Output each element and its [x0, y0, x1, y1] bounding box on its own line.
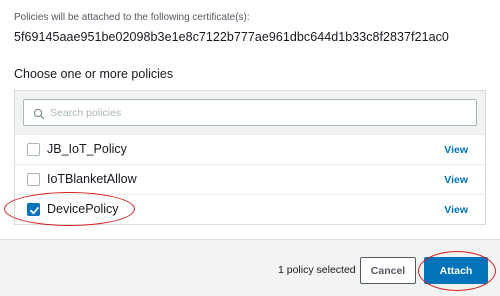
- cancel-button[interactable]: Cancel: [360, 257, 416, 284]
- attach-button[interactable]: Attach: [424, 257, 488, 284]
- view-policy-link[interactable]: View: [444, 144, 468, 156]
- policy-row[interactable]: IoTBlanketAllow View: [15, 165, 485, 195]
- policy-checkbox[interactable]: [27, 143, 40, 156]
- certificate-intro: Policies will be attached to the followi…: [14, 12, 250, 23]
- view-policy-link[interactable]: View: [444, 174, 468, 186]
- modal-footer: 1 policy selected Cancel Attach: [0, 240, 500, 296]
- policy-name: DevicePolicy: [47, 202, 119, 216]
- search-bar: [15, 91, 485, 135]
- certificate-id: 5f69145aae951be02098b3e1e8c7122b777ae961…: [14, 30, 449, 44]
- policy-checkbox[interactable]: [27, 203, 40, 216]
- search-box[interactable]: [23, 99, 477, 126]
- checkmark-icon: [30, 207, 39, 215]
- selected-count: 1 policy selected: [278, 264, 356, 276]
- policy-list-panel: JB_IoT_Policy View IoTBlanketAllow View …: [14, 90, 486, 225]
- search-input[interactable]: [50, 100, 470, 125]
- policy-row[interactable]: JB_IoT_Policy View: [15, 135, 485, 165]
- policy-checkbox[interactable]: [27, 173, 40, 186]
- policy-name: IoTBlanketAllow: [47, 172, 137, 186]
- search-icon: [33, 107, 45, 120]
- policy-name: JB_IoT_Policy: [47, 142, 127, 156]
- view-policy-link[interactable]: View: [444, 204, 468, 216]
- policy-row[interactable]: DevicePolicy View: [15, 195, 485, 225]
- policies-section-title: Choose one or more policies: [14, 67, 174, 81]
